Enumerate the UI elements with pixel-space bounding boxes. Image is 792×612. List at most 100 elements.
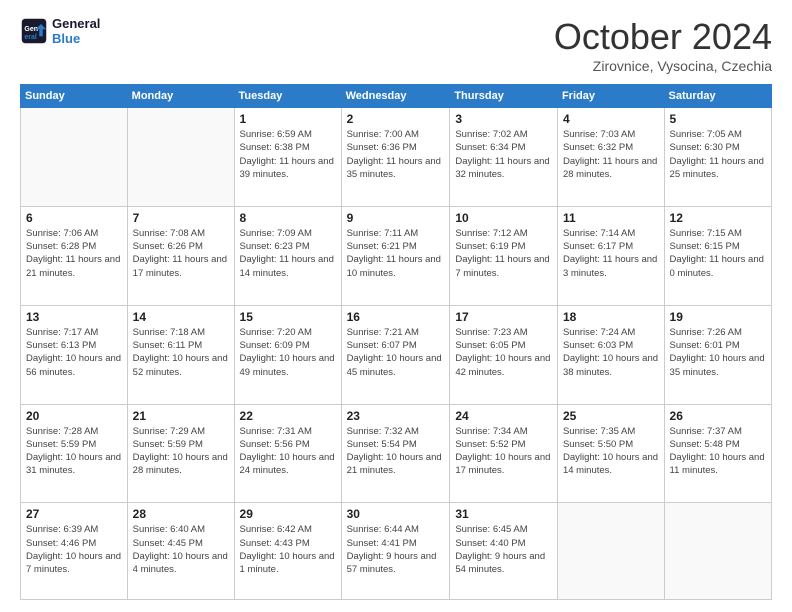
day-number: 9	[347, 211, 445, 225]
calendar-cell: 9 Sunrise: 7:11 AM Sunset: 6:21 PM Daylig…	[341, 206, 450, 305]
calendar-cell: 12 Sunrise: 7:15 AM Sunset: 6:15 PM Dayli…	[664, 206, 771, 305]
day-info: Sunrise: 6:42 AM Sunset: 4:43 PM Dayligh…	[240, 523, 336, 576]
calendar-week-row: 1Sunrise: 6:59 AM Sunset: 6:38 PM Daylig…	[21, 108, 772, 207]
day-number: 14	[133, 310, 229, 324]
calendar-cell: 21 Sunrise: 7:29 AM Sunset: 5:59 PM Dayli…	[127, 404, 234, 503]
logo-icon: Gen eral	[20, 17, 48, 45]
day-info: Sunrise: 7:32 AM Sunset: 5:54 PM Dayligh…	[347, 425, 445, 478]
calendar-table: SundayMondayTuesdayWednesdayThursdayFrid…	[20, 84, 772, 600]
day-number: 22	[240, 409, 336, 423]
calendar-cell: 30 Sunrise: 6:44 AM Sunset: 4:41 PM Dayli…	[341, 503, 450, 600]
day-number: 15	[240, 310, 336, 324]
day-number: 16	[347, 310, 445, 324]
calendar-header-row: SundayMondayTuesdayWednesdayThursdayFrid…	[21, 85, 772, 108]
day-number: 29	[240, 507, 336, 521]
calendar-cell: 26 Sunrise: 7:37 AM Sunset: 5:48 PM Dayli…	[664, 404, 771, 503]
day-info: Sunrise: 6:40 AM Sunset: 4:45 PM Dayligh…	[133, 523, 229, 576]
calendar-cell: 17Sunrise: 7:23 AM Sunset: 6:05 PM Dayli…	[450, 305, 558, 404]
calendar-cell: 23 Sunrise: 7:32 AM Sunset: 5:54 PM Dayli…	[341, 404, 450, 503]
calendar-body: 1Sunrise: 6:59 AM Sunset: 6:38 PM Daylig…	[21, 108, 772, 600]
day-number: 1	[240, 112, 336, 126]
day-number: 21	[133, 409, 229, 423]
day-info: Sunrise: 7:03 AM Sunset: 6:32 PM Dayligh…	[563, 128, 659, 181]
day-number: 27	[26, 507, 122, 521]
day-number: 11	[563, 211, 659, 225]
logo-text: General Blue	[52, 16, 100, 46]
day-info: Sunrise: 7:05 AM Sunset: 6:30 PM Dayligh…	[670, 128, 766, 181]
calendar-cell: 18 Sunrise: 7:24 AM Sunset: 6:03 PM Dayli…	[557, 305, 664, 404]
calendar-cell: 31 Sunrise: 6:45 AM Sunset: 4:40 PM Dayli…	[450, 503, 558, 600]
day-number: 23	[347, 409, 445, 423]
day-number: 25	[563, 409, 659, 423]
header: Gen eral General Blue October 2024 Zirov…	[20, 16, 772, 74]
calendar-cell: 15 Sunrise: 7:20 AM Sunset: 6:09 PM Dayli…	[234, 305, 341, 404]
day-number: 13	[26, 310, 122, 324]
day-info: Sunrise: 7:18 AM Sunset: 6:11 PM Dayligh…	[133, 326, 229, 379]
day-number: 30	[347, 507, 445, 521]
calendar-cell: 22 Sunrise: 7:31 AM Sunset: 5:56 PM Dayli…	[234, 404, 341, 503]
day-number: 10	[455, 211, 552, 225]
day-info: Sunrise: 6:44 AM Sunset: 4:41 PM Dayligh…	[347, 523, 445, 576]
svg-text:Gen: Gen	[24, 26, 38, 33]
calendar-cell: 25 Sunrise: 7:35 AM Sunset: 5:50 PM Dayli…	[557, 404, 664, 503]
day-info: Sunrise: 7:14 AM Sunset: 6:17 PM Dayligh…	[563, 227, 659, 280]
calendar-cell: 11 Sunrise: 7:14 AM Sunset: 6:17 PM Dayli…	[557, 206, 664, 305]
title-block: October 2024 Zirovnice, Vysocina, Czechi…	[554, 16, 772, 74]
day-number: 3	[455, 112, 552, 126]
calendar-cell: 19Sunrise: 7:26 AM Sunset: 6:01 PM Dayli…	[664, 305, 771, 404]
day-number: 6	[26, 211, 122, 225]
day-info: Sunrise: 7:17 AM Sunset: 6:13 PM Dayligh…	[26, 326, 122, 379]
calendar-day-header: Wednesday	[341, 85, 450, 108]
calendar-cell: 3Sunrise: 7:02 AM Sunset: 6:34 PM Daylig…	[450, 108, 558, 207]
calendar-cell: 20 Sunrise: 7:28 AM Sunset: 5:59 PM Dayli…	[21, 404, 128, 503]
calendar-cell	[127, 108, 234, 207]
calendar-day-header: Monday	[127, 85, 234, 108]
page: Gen eral General Blue October 2024 Zirov…	[0, 0, 792, 612]
day-number: 12	[670, 211, 766, 225]
day-number: 5	[670, 112, 766, 126]
calendar-cell: 6 Sunrise: 7:06 AM Sunset: 6:28 PM Daylig…	[21, 206, 128, 305]
day-number: 31	[455, 507, 552, 521]
day-number: 7	[133, 211, 229, 225]
calendar-cell	[664, 503, 771, 600]
day-number: 26	[670, 409, 766, 423]
calendar-cell	[21, 108, 128, 207]
calendar-cell: 24 Sunrise: 7:34 AM Sunset: 5:52 PM Dayli…	[450, 404, 558, 503]
calendar-cell: 16 Sunrise: 7:21 AM Sunset: 6:07 PM Dayli…	[341, 305, 450, 404]
day-info: Sunrise: 7:00 AM Sunset: 6:36 PM Dayligh…	[347, 128, 445, 181]
day-number: 4	[563, 112, 659, 126]
day-info: Sunrise: 7:31 AM Sunset: 5:56 PM Dayligh…	[240, 425, 336, 478]
svg-text:eral: eral	[24, 34, 37, 41]
day-number: 18	[563, 310, 659, 324]
day-info: Sunrise: 7:21 AM Sunset: 6:07 PM Dayligh…	[347, 326, 445, 379]
calendar-cell: 2 Sunrise: 7:00 AM Sunset: 6:36 PM Daylig…	[341, 108, 450, 207]
day-info: Sunrise: 7:15 AM Sunset: 6:15 PM Dayligh…	[670, 227, 766, 280]
day-number: 2	[347, 112, 445, 126]
day-number: 20	[26, 409, 122, 423]
calendar-week-row: 27 Sunrise: 6:39 AM Sunset: 4:46 PM Dayli…	[21, 503, 772, 600]
logo: Gen eral General Blue	[20, 16, 100, 46]
day-number: 24	[455, 409, 552, 423]
day-info: Sunrise: 7:28 AM Sunset: 5:59 PM Dayligh…	[26, 425, 122, 478]
day-info: Sunrise: 7:09 AM Sunset: 6:23 PM Dayligh…	[240, 227, 336, 280]
day-info: Sunrise: 7:24 AM Sunset: 6:03 PM Dayligh…	[563, 326, 659, 379]
calendar-cell: 8Sunrise: 7:09 AM Sunset: 6:23 PM Daylig…	[234, 206, 341, 305]
day-info: Sunrise: 7:37 AM Sunset: 5:48 PM Dayligh…	[670, 425, 766, 478]
day-info: Sunrise: 7:35 AM Sunset: 5:50 PM Dayligh…	[563, 425, 659, 478]
day-info: Sunrise: 7:06 AM Sunset: 6:28 PM Dayligh…	[26, 227, 122, 280]
day-number: 17	[455, 310, 552, 324]
day-info: Sunrise: 7:11 AM Sunset: 6:21 PM Dayligh…	[347, 227, 445, 280]
day-info: Sunrise: 7:12 AM Sunset: 6:19 PM Dayligh…	[455, 227, 552, 280]
day-info: Sunrise: 6:39 AM Sunset: 4:46 PM Dayligh…	[26, 523, 122, 576]
day-info: Sunrise: 7:08 AM Sunset: 6:26 PM Dayligh…	[133, 227, 229, 280]
day-info: Sunrise: 7:29 AM Sunset: 5:59 PM Dayligh…	[133, 425, 229, 478]
calendar-week-row: 6 Sunrise: 7:06 AM Sunset: 6:28 PM Daylig…	[21, 206, 772, 305]
calendar-week-row: 13 Sunrise: 7:17 AM Sunset: 6:13 PM Dayli…	[21, 305, 772, 404]
calendar-day-header: Friday	[557, 85, 664, 108]
calendar-cell: 1Sunrise: 6:59 AM Sunset: 6:38 PM Daylig…	[234, 108, 341, 207]
month-title: October 2024	[554, 16, 772, 58]
calendar-cell: 29 Sunrise: 6:42 AM Sunset: 4:43 PM Dayli…	[234, 503, 341, 600]
day-info: Sunrise: 6:45 AM Sunset: 4:40 PM Dayligh…	[455, 523, 552, 576]
day-info: Sunrise: 7:34 AM Sunset: 5:52 PM Dayligh…	[455, 425, 552, 478]
day-info: Sunrise: 7:20 AM Sunset: 6:09 PM Dayligh…	[240, 326, 336, 379]
